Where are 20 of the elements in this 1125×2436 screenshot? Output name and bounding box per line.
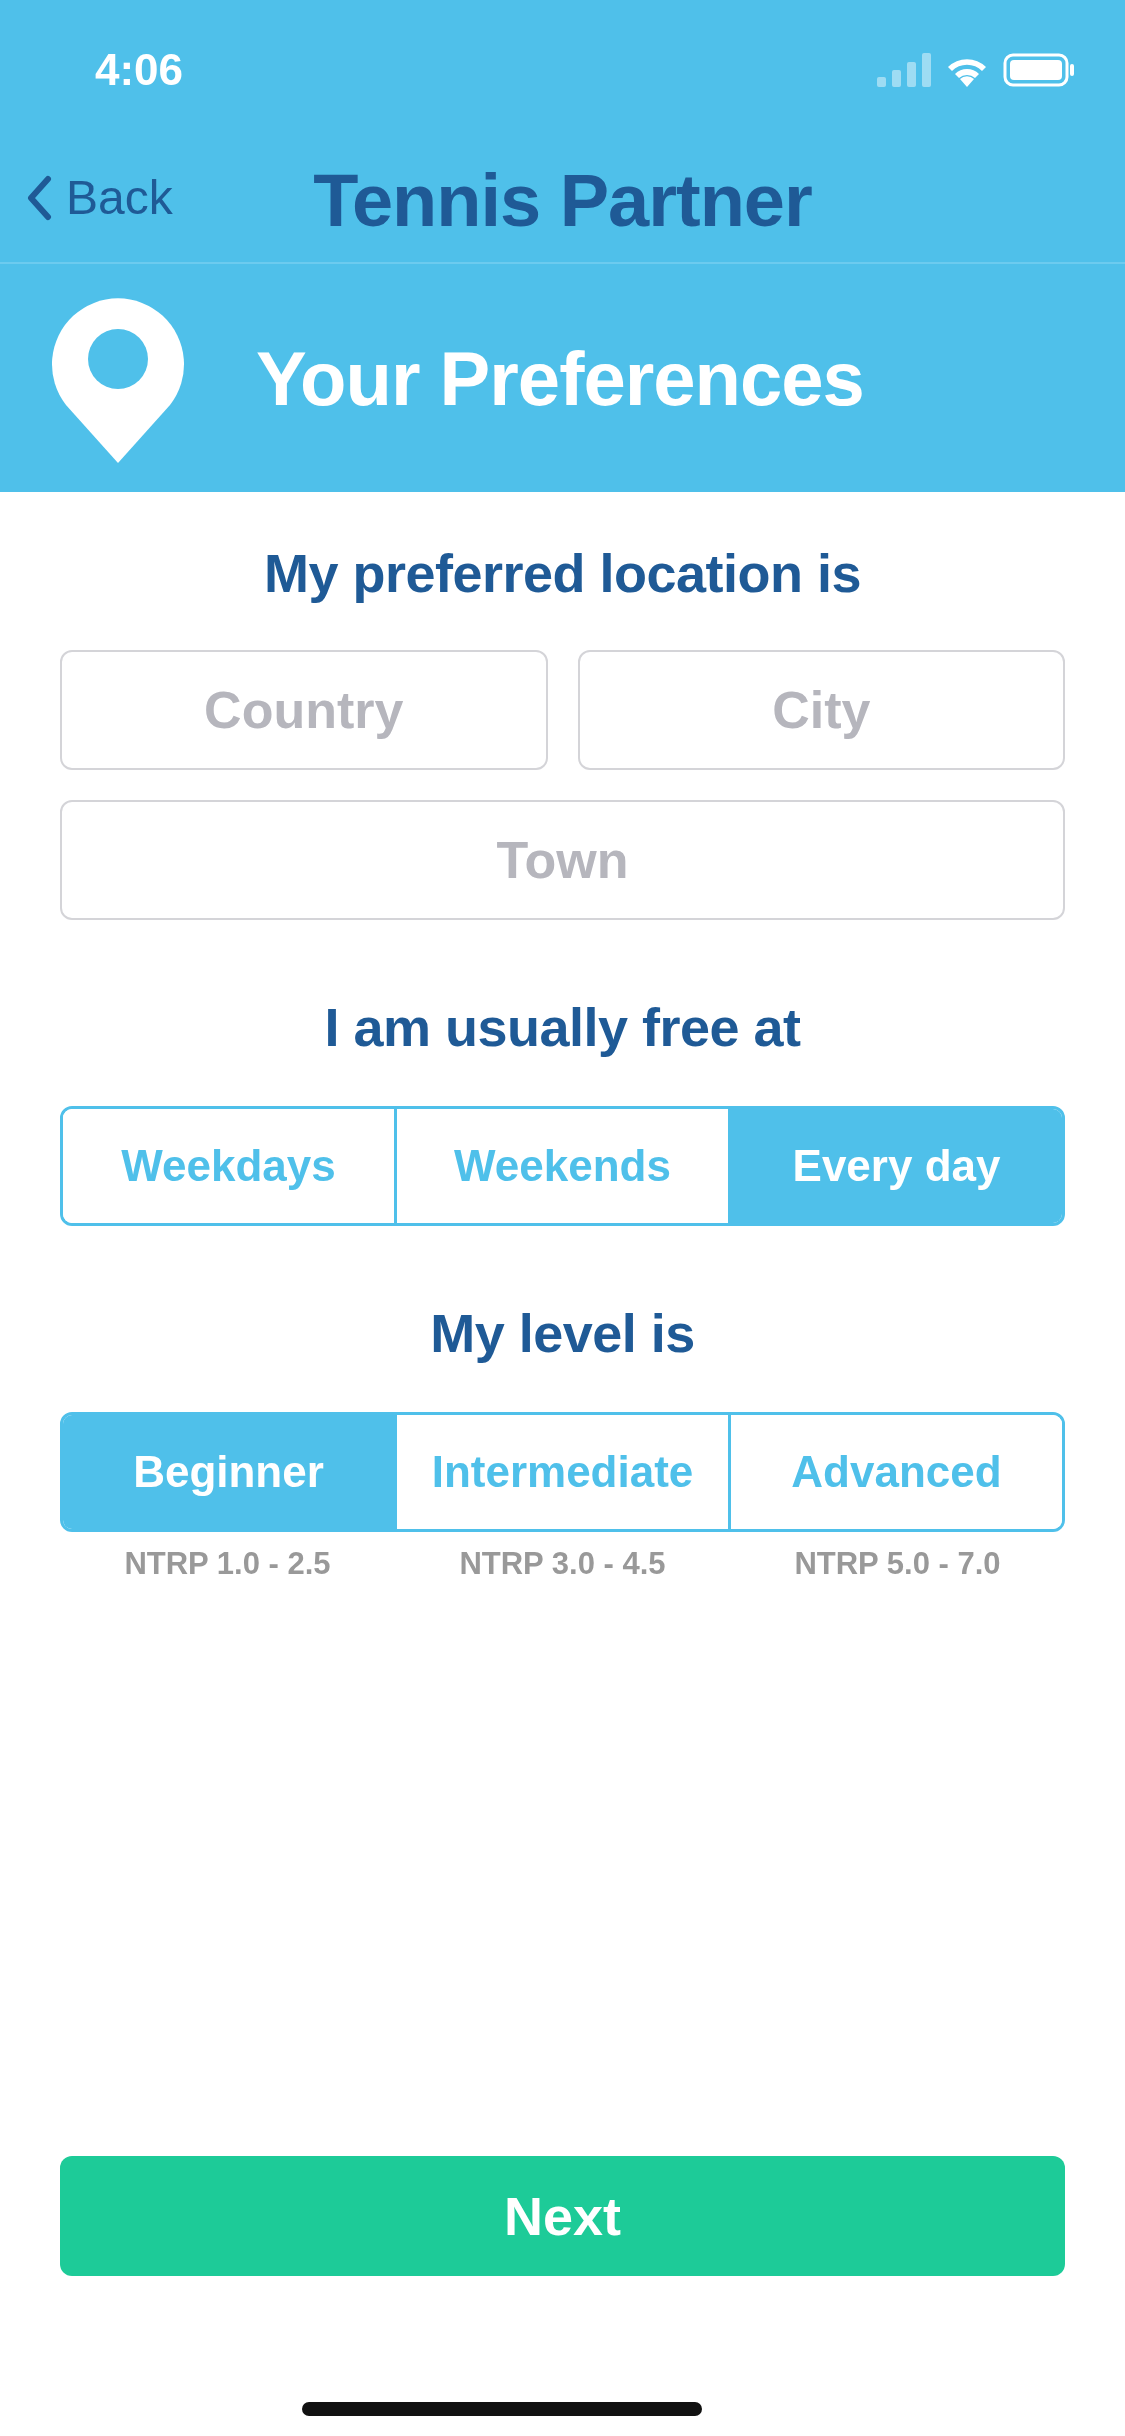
segment-option[interactable]: Advanced	[728, 1415, 1062, 1529]
rating-range: NTRP 5.0 - 7.0	[793, 1546, 1002, 1582]
next-button[interactable]: Next	[60, 2156, 1065, 2276]
battery-icon	[1003, 53, 1075, 87]
segment-option[interactable]: Beginner	[63, 1415, 394, 1529]
chevron-left-icon	[26, 174, 52, 221]
rating-range: NTRP 1.0 - 2.5	[123, 1546, 332, 1582]
input-field[interactable]: Country	[60, 650, 548, 770]
section-title: Your Preferences	[256, 334, 864, 422]
rating-range: NTRP 3.0 - 4.5	[458, 1546, 667, 1582]
segment-option[interactable]: Every day	[728, 1109, 1062, 1223]
status-time: 4:06	[95, 45, 184, 95]
input-field[interactable]: Town	[60, 800, 1065, 920]
app-title: Tennis Partner	[313, 158, 812, 244]
location-heading: My preferred location is	[262, 542, 863, 604]
availability-heading: I am usually free at	[323, 996, 802, 1058]
signal-icon	[877, 53, 931, 87]
level-heading: My level is	[429, 1302, 696, 1364]
input-field[interactable]: City	[577, 650, 1065, 770]
back-button[interactable]: Back	[22, 160, 177, 235]
